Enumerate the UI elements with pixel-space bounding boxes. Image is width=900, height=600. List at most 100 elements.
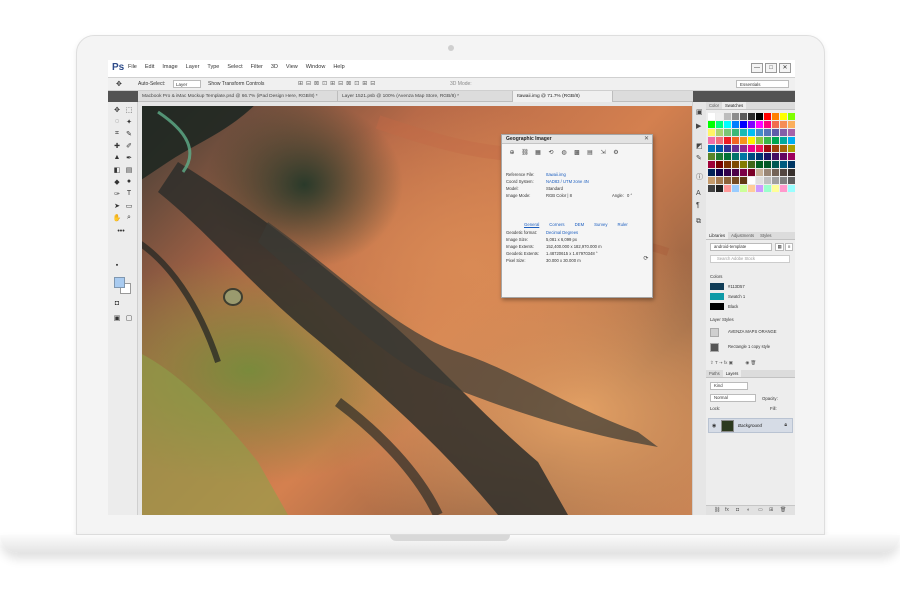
- swatch[interactable]: [716, 161, 723, 168]
- swatch[interactable]: [748, 177, 755, 184]
- swatch[interactable]: [772, 153, 779, 160]
- swatch[interactable]: [708, 137, 715, 144]
- layer-row-background[interactable]: ◉ Background 🔒︎: [708, 418, 793, 433]
- swatch[interactable]: [788, 121, 795, 128]
- quick-mask-icon[interactable]: ◘: [112, 300, 122, 307]
- library-dropdown[interactable]: android-template: [710, 243, 772, 251]
- library-color-2[interactable]: Swatch 1: [710, 293, 790, 302]
- swatch[interactable]: [740, 137, 747, 144]
- swatch[interactable]: [756, 113, 763, 120]
- swatch[interactable]: [772, 121, 779, 128]
- gradient-icon[interactable]: ▤: [124, 166, 134, 174]
- swatch[interactable]: [724, 145, 731, 152]
- swatch[interactable]: [724, 121, 731, 128]
- swatch[interactable]: [748, 121, 755, 128]
- georeference-icon[interactable]: ⊕: [508, 149, 516, 157]
- swatch[interactable]: [740, 185, 747, 192]
- swatch[interactable]: [740, 161, 747, 168]
- swatch[interactable]: [716, 121, 723, 128]
- tab-libraries[interactable]: Libraries: [706, 232, 729, 239]
- swatch[interactable]: [716, 177, 723, 184]
- swatch[interactable]: [716, 185, 723, 192]
- geographic-imager-panel[interactable]: Geographic Imager ✕ ⊕ ⛓ ▦ ⟲ ◍ ▩ ▤ ⇲ ⚙ Re…: [501, 134, 653, 298]
- swatch[interactable]: [764, 169, 771, 176]
- swatch[interactable]: [748, 161, 755, 168]
- swatch[interactable]: [748, 169, 755, 176]
- swatch[interactable]: [772, 177, 779, 184]
- menu-file[interactable]: File: [128, 64, 137, 70]
- swatch[interactable]: [764, 145, 771, 152]
- swatch[interactable]: [724, 169, 731, 176]
- library-style-1[interactable]: AVENZA MAPS ORANGE: [710, 328, 790, 337]
- swatch[interactable]: [772, 169, 779, 176]
- more-tools-icon[interactable]: •••: [116, 228, 126, 235]
- geo-close-icon[interactable]: ✕: [644, 135, 649, 142]
- transform-icon[interactable]: ⟲: [547, 149, 555, 157]
- artboard-icon[interactable]: ▢: [124, 314, 134, 322]
- stock-search-input[interactable]: Search Adobe Stock: [710, 255, 790, 263]
- swatch[interactable]: [740, 153, 747, 160]
- swatch[interactable]: [732, 129, 739, 136]
- blur-icon[interactable]: ◆: [112, 178, 122, 186]
- history-brush-icon[interactable]: ✒: [124, 154, 134, 162]
- lock-icon[interactable]: 🔒︎: [784, 422, 787, 428]
- swatch[interactable]: [724, 153, 731, 160]
- swatch[interactable]: [708, 177, 715, 184]
- eraser-icon[interactable]: ◧: [112, 166, 122, 174]
- close-button[interactable]: ✕: [779, 63, 791, 73]
- swatch[interactable]: [788, 185, 795, 192]
- swatch[interactable]: [724, 185, 731, 192]
- menu-layer[interactable]: Layer: [186, 64, 200, 70]
- blend-mode-dropdown[interactable]: Normal: [710, 394, 756, 402]
- swatch[interactable]: [780, 137, 787, 144]
- mask-icon[interactable]: ◘: [736, 507, 739, 513]
- character-icon[interactable]: A: [696, 190, 701, 197]
- swatch[interactable]: [764, 161, 771, 168]
- tab-styles[interactable]: Styles: [757, 232, 774, 239]
- tab-macbook-mockup[interactable]: Macbook Pro & iMac Mockup Template.psd @…: [138, 91, 338, 102]
- swatch[interactable]: [756, 121, 763, 128]
- swatch[interactable]: [708, 169, 715, 176]
- swatch[interactable]: [732, 169, 739, 176]
- swatch[interactable]: [780, 177, 787, 184]
- link-icon[interactable]: ⛓: [521, 149, 529, 157]
- swatch[interactable]: [764, 185, 771, 192]
- align-icons[interactable]: ⊞⊟⊠⊡⊞⊟⊠⊡⊞⊟: [298, 80, 378, 87]
- grid-view-icon[interactable]: ▦: [775, 243, 784, 251]
- tab-adjustments[interactable]: Adjustments: [728, 232, 757, 239]
- swatch[interactable]: [756, 177, 763, 184]
- swatch[interactable]: [756, 129, 763, 136]
- menu-view[interactable]: View: [286, 64, 298, 70]
- swatch[interactable]: [780, 129, 787, 136]
- swatch[interactable]: [716, 137, 723, 144]
- swatch[interactable]: [740, 177, 747, 184]
- menu-help[interactable]: Help: [333, 64, 344, 70]
- type-icon[interactable]: T: [124, 190, 134, 197]
- auto-select-dropdown[interactable]: Layer: [173, 80, 201, 88]
- tab-itawaii[interactable]: Itawaii.img @ 71.7% (RGB/8): [513, 91, 613, 102]
- swatch[interactable]: [732, 153, 739, 160]
- info-icon[interactable]: ⓘ: [696, 172, 703, 182]
- swatch[interactable]: [764, 153, 771, 160]
- tab-ruler[interactable]: Ruler: [618, 222, 628, 227]
- swatch[interactable]: [756, 137, 763, 144]
- hand-icon[interactable]: ✋: [112, 214, 122, 222]
- swatch[interactable]: [716, 113, 723, 120]
- swatch[interactable]: [740, 129, 747, 136]
- swatch[interactable]: [756, 145, 763, 152]
- brush-icon[interactable]: ✐: [124, 142, 134, 150]
- marquee-icon[interactable]: ⬚: [124, 106, 134, 114]
- swatch[interactable]: [716, 129, 723, 136]
- swatch[interactable]: [716, 169, 723, 176]
- minimize-button[interactable]: —: [751, 63, 763, 73]
- swatch[interactable]: [780, 145, 787, 152]
- swatch[interactable]: [788, 145, 795, 152]
- screen-mode-icon[interactable]: ▣: [112, 314, 122, 322]
- menu-edit[interactable]: Edit: [145, 64, 154, 70]
- swatch[interactable]: [772, 113, 779, 120]
- swatch[interactable]: [780, 161, 787, 168]
- swatch[interactable]: [788, 137, 795, 144]
- swatch[interactable]: [756, 161, 763, 168]
- swatch[interactable]: [788, 161, 795, 168]
- swatch[interactable]: [732, 113, 739, 120]
